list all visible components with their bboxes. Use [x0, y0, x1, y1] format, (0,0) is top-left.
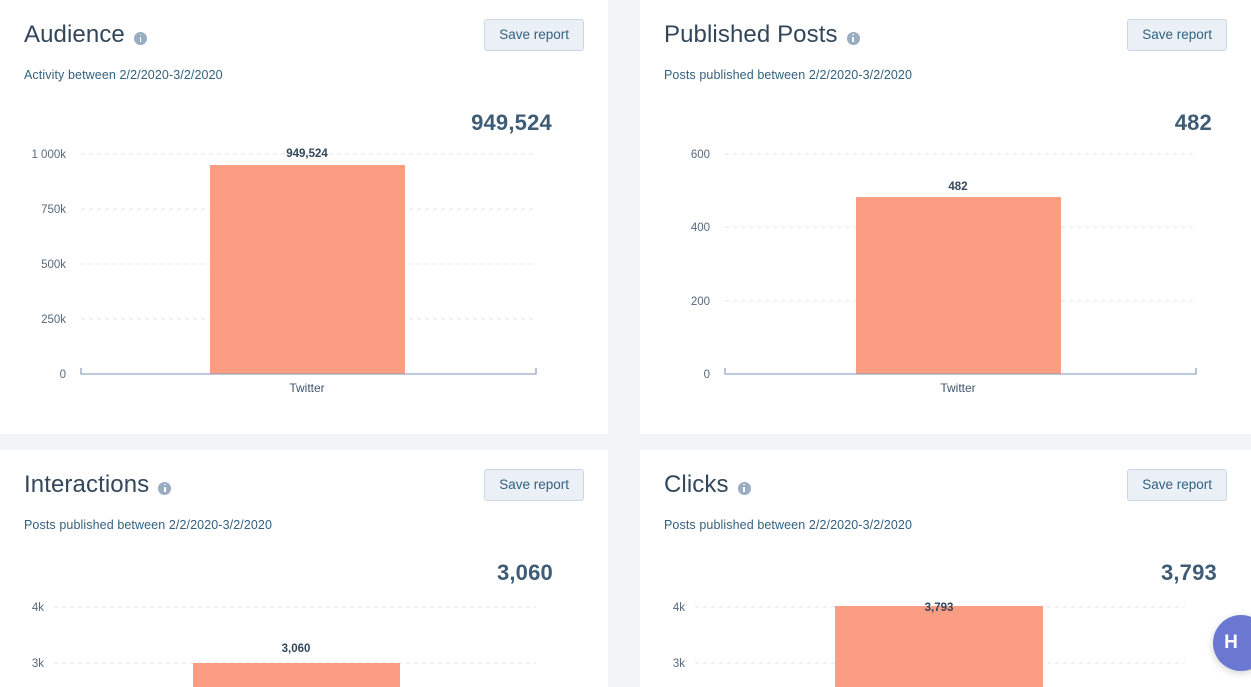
audience-subtitle: Activity between 2/2/2020-3/2/2020 — [24, 68, 223, 82]
audience-bar-chart: 1 000k 750k 500k 250k 0 949,524 Twitter — [0, 140, 608, 405]
interactions-chart-svg: 4k 3k 3,060 — [32, 602, 536, 687]
info-circle-icon[interactable] — [158, 481, 172, 495]
save-report-button-interactions[interactable]: Save report — [484, 469, 584, 501]
panel-gap-horizontal — [0, 434, 1251, 450]
bar-twitter[interactable] — [210, 165, 405, 374]
bar-value-label: 3,060 — [282, 643, 311, 655]
audience-chart-svg: 1 000k 750k 500k 250k 0 949,524 Twitter — [31, 148, 537, 395]
interactions-total-value: 3,060 — [496, 560, 553, 585]
panel-published-posts: Published Posts Save report Posts publis… — [640, 0, 1251, 434]
bar-value-label: 949,524 — [286, 148, 328, 160]
published-posts-chart-svg: 600 400 200 0 482 Twitter — [691, 149, 1197, 395]
panel-gap-vertical-bottom — [608, 450, 640, 687]
ytick-label: 600 — [691, 149, 710, 161]
bar-value-label: 482 — [948, 181, 967, 193]
ytick-label: 0 — [60, 369, 66, 381]
interactions-subtitle: Posts published between 2/2/2020-3/2/202… — [24, 518, 273, 532]
ytick-label: 400 — [691, 222, 710, 234]
analytics-dashboard: Audience Save report Activity between 2/… — [0, 0, 1251, 687]
published-posts-bar-chart: 600 400 200 0 482 Twitter — [640, 140, 1251, 405]
ytick-label: 4k — [673, 602, 685, 614]
ytick-label: 1 000k — [31, 149, 66, 161]
ytick-label: 0 — [704, 369, 710, 381]
ytick-label: 500k — [41, 259, 66, 271]
interactions-bar-chart: 4k 3k 3,060 — [0, 597, 608, 687]
ytick-label: 3k — [673, 658, 685, 670]
bar-value-label: 3,793 — [925, 602, 954, 614]
panel-audience: Audience Save report Activity between 2/… — [0, 0, 608, 434]
info-circle-icon[interactable] — [737, 481, 751, 495]
ytick-label: 250k — [41, 314, 66, 326]
page-title-published-posts: Published Posts — [664, 21, 838, 48]
page-title-interactions: Interactions — [24, 471, 150, 498]
save-report-button-published-posts[interactable]: Save report — [1127, 19, 1227, 51]
save-report-button-audience[interactable]: Save report — [484, 19, 584, 51]
ytick-label: 4k — [32, 602, 44, 614]
bar-twitter[interactable] — [835, 606, 1043, 687]
clicks-chart-svg: 4k 3k 3,793 — [673, 602, 1185, 687]
page-title-audience: Audience — [24, 21, 125, 48]
ytick-label: 750k — [41, 204, 66, 216]
ytick-label: 3k — [32, 658, 44, 670]
info-circle-icon[interactable] — [846, 31, 860, 45]
clicks-bar-chart: 4k 3k 3,793 — [640, 597, 1251, 687]
info-circle-icon[interactable] — [133, 31, 147, 45]
published-posts-subtitle: Posts published between 2/2/2020-3/2/202… — [664, 68, 913, 82]
chat-widget-label: H — [1224, 632, 1238, 653]
clicks-subtitle: Posts published between 2/2/2020-3/2/202… — [664, 518, 913, 532]
clicks-total-value: 3,793 — [1160, 560, 1217, 585]
panel-grid: Audience Save report Activity between 2/… — [0, 0, 1251, 687]
category-label-twitter: Twitter — [289, 381, 324, 395]
panel-clicks: Clicks Save report Posts published betwe… — [640, 450, 1251, 687]
category-label-twitter: Twitter — [940, 381, 975, 395]
audience-total-value: 949,524 — [471, 110, 552, 135]
published-posts-total-value: 482 — [1174, 110, 1212, 135]
bar-twitter[interactable] — [856, 197, 1061, 374]
panel-gap-vertical-top — [608, 0, 640, 434]
bar-twitter[interactable] — [193, 663, 400, 687]
ytick-label: 200 — [691, 296, 710, 308]
page-title-clicks: Clicks — [664, 471, 729, 498]
save-report-button-clicks[interactable]: Save report — [1127, 469, 1227, 501]
panel-interactions: Interactions Save report Posts published… — [0, 450, 608, 687]
